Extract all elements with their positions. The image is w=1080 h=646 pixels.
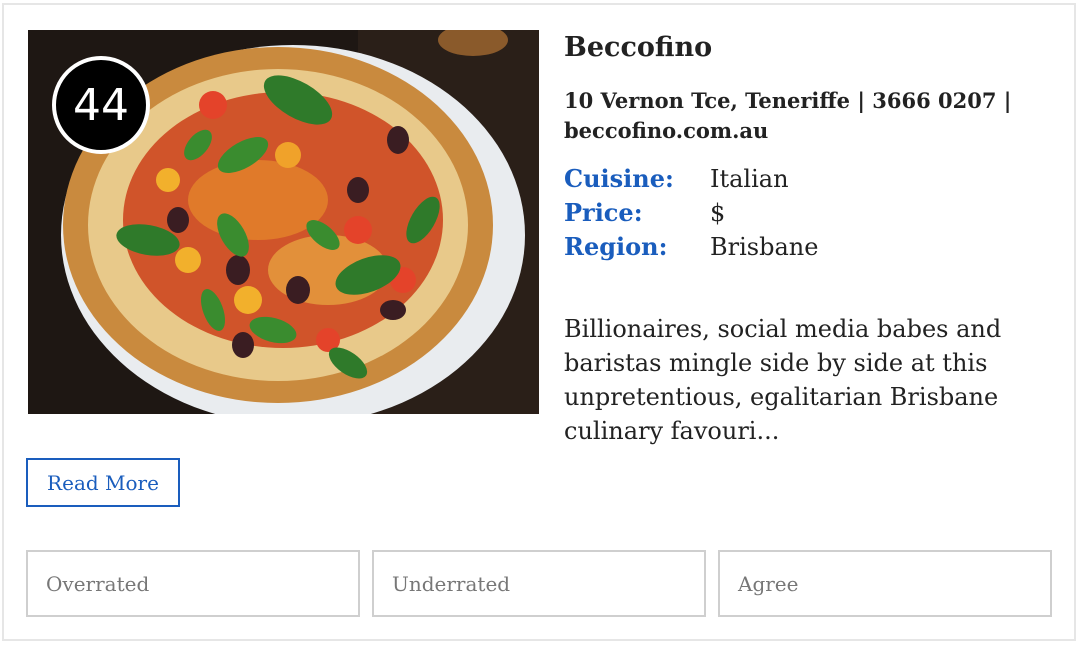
agree-button[interactable]: Agree [718, 550, 1052, 617]
detail-row-cuisine: Cuisine: Italian [564, 162, 818, 196]
detail-row-price: Price: $ [564, 196, 818, 230]
region-label: Region: [564, 232, 668, 261]
underrated-button[interactable]: Underrated [372, 550, 706, 617]
restaurant-details: Cuisine: Italian Price: $ Region: Brisba… [564, 162, 818, 264]
restaurant-info: Beccofino 10 Vernon Tce, Teneriffe | 366… [564, 28, 1034, 146]
cuisine-label: Cuisine: [564, 164, 674, 193]
read-more-button[interactable]: Read More [26, 458, 180, 507]
region-value: Brisbane [710, 233, 819, 261]
restaurant-description: Billionaires, social media babes and bar… [564, 315, 1002, 445]
cuisine-value: Italian [710, 165, 789, 193]
overrated-button[interactable]: Overrated [26, 550, 360, 617]
price-value: $ [710, 199, 726, 227]
restaurant-name: Beccofino [564, 32, 713, 63]
price-label: Price: [564, 198, 643, 227]
rank-badge: 44 [52, 56, 150, 154]
restaurant-address: 10 Vernon Tce, Teneriffe | 3666 0207 | b… [564, 88, 1012, 143]
detail-row-region: Region: Brisbane [564, 230, 818, 264]
rank-number: 44 [73, 79, 129, 131]
